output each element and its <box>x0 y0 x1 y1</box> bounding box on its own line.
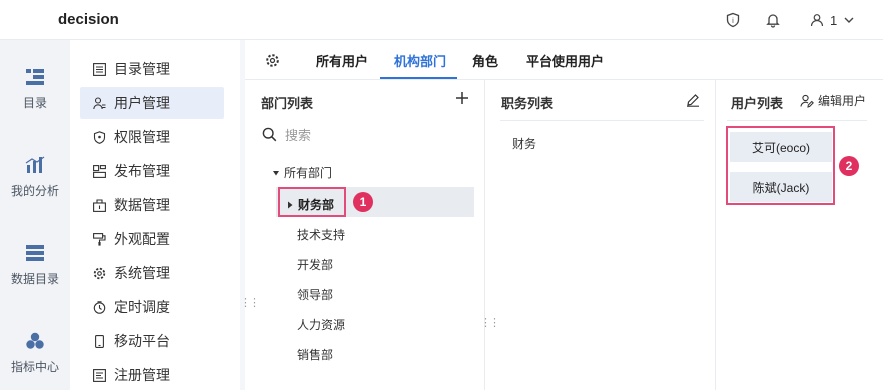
appearance-icon <box>92 232 106 246</box>
user-chip[interactable]: 艾可(eoco) <box>730 132 832 162</box>
tab-org-dept[interactable]: 机构部门 <box>394 40 446 80</box>
leftnav-label: 目录 <box>22 96 47 110</box>
resize-handle[interactable]: ⋮⋮ <box>480 318 500 329</box>
leftnav-label: 指标中心 <box>10 360 59 374</box>
subnav-label: 定时调度 <box>114 299 170 315</box>
panel-divider <box>727 120 867 121</box>
subnav-label: 用户管理 <box>114 95 170 111</box>
app-name: decision <box>58 11 119 28</box>
callout-badge: 2 <box>839 156 859 176</box>
subnav-label: 发布管理 <box>114 163 170 179</box>
edit-user-icon <box>800 94 814 108</box>
add-dept-icon[interactable] <box>455 91 469 105</box>
svg-text:i: i <box>732 17 734 25</box>
tree-node[interactable]: 开发部 <box>297 256 333 273</box>
left-nav: 目录 我的分析 数据目录 指标中心 <box>0 40 70 390</box>
system-icon <box>92 266 106 280</box>
user-icon <box>810 14 824 27</box>
leftnav-label: 我的分析 <box>10 184 59 198</box>
resize-handle[interactable]: ⋮⋮ <box>240 298 260 309</box>
tab-roles[interactable]: 角色 <box>472 40 498 80</box>
user-menu[interactable]: 1 <box>810 10 855 30</box>
subnav-label: 移动平台 <box>114 333 170 349</box>
caret-right-icon <box>288 201 293 208</box>
subnav-label: 数据管理 <box>114 197 170 213</box>
permission-icon <box>92 130 106 144</box>
panel-divider <box>715 80 716 390</box>
subnav-item-publish[interactable]: 发布管理 <box>80 155 224 187</box>
leftnav-item-directory[interactable]: 目录 <box>0 68 70 138</box>
tab-all-users[interactable]: 所有用户 <box>316 40 368 80</box>
search-icon <box>262 127 277 141</box>
subnav-label: 外观配置 <box>114 231 170 247</box>
edit-users-button[interactable]: 编辑用户 <box>800 92 866 109</box>
bell-icon[interactable] <box>763 10 783 30</box>
subnav-label: 目录管理 <box>114 61 170 77</box>
edit-users-label: 编辑用户 <box>818 94 867 108</box>
tree-node[interactable]: 销售部 <box>297 346 333 363</box>
subnav-label: 系统管理 <box>114 265 170 281</box>
tree-root[interactable]: 所有部门 <box>272 164 332 181</box>
subnav-item-schedule[interactable]: 定时调度 <box>80 291 224 323</box>
data-manage-icon <box>92 198 106 212</box>
mobile-icon <box>92 334 106 348</box>
caret-down-icon <box>273 170 279 175</box>
sub-nav: 目录管理 用户管理 权限管理 发布管理 数据管理 外观配置 系统管理 定时调度 … <box>70 40 240 390</box>
user-name: 1 <box>830 12 838 28</box>
search-input[interactable]: 搜索 <box>285 125 311 144</box>
leftnav-item-metric-center[interactable]: 指标中心 <box>0 332 70 390</box>
leftnav-label: 数据目录 <box>10 272 59 286</box>
active-tab-indicator <box>380 77 457 79</box>
subnav-item-user-manage[interactable]: 用户管理 <box>80 87 224 119</box>
tree-node[interactable]: 技术支持 <box>297 226 345 243</box>
tab-platform-users[interactable]: 平台使用用户 <box>526 40 604 80</box>
callout-badge: 1 <box>353 192 373 212</box>
tree-node-finance[interactable]: 财务部 <box>287 196 334 213</box>
directory-icon <box>26 69 44 85</box>
subnav-label: 注册管理 <box>114 367 170 383</box>
tree-node[interactable]: 人力资源 <box>297 316 345 333</box>
schedule-icon <box>92 300 106 314</box>
chevron-down-icon <box>844 17 854 23</box>
dept-search[interactable]: 搜索 <box>262 123 472 145</box>
post-item[interactable]: 财务 <box>512 135 536 152</box>
user-chip[interactable]: 陈斌(Jack) <box>730 172 832 202</box>
subnav-item-data-manage[interactable]: 数据管理 <box>80 189 224 221</box>
data-catalog-icon <box>26 245 44 261</box>
panel-divider <box>484 80 485 390</box>
subnav-item-mobile[interactable]: 移动平台 <box>80 325 224 357</box>
subnav-item-catalog-manage[interactable]: 目录管理 <box>80 53 224 85</box>
register-icon <box>92 368 106 382</box>
shield-icon[interactable]: i <box>723 10 743 30</box>
subnav-item-appearance[interactable]: 外观配置 <box>80 223 224 255</box>
settings-gear-icon[interactable] <box>265 40 280 80</box>
subnav-item-system[interactable]: 系统管理 <box>80 257 224 289</box>
panel-divider <box>500 120 704 121</box>
analysis-icon <box>25 156 45 173</box>
publish-icon <box>92 164 106 178</box>
catalog-manage-icon <box>92 62 106 76</box>
user-manage-icon <box>92 96 106 110</box>
tab-bar: 所有用户 机构部门 角色 平台使用用户 <box>245 40 883 80</box>
leftnav-item-data-catalog[interactable]: 数据目录 <box>0 244 70 314</box>
user-panel-title: 用户列表 <box>731 96 784 111</box>
post-panel-title: 职务列表 <box>501 96 554 111</box>
tree-root-label: 所有部门 <box>284 166 333 180</box>
subnav-item-permission[interactable]: 权限管理 <box>80 121 224 153</box>
subnav-item-register[interactable]: 注册管理 <box>80 359 224 390</box>
edit-pen-icon[interactable] <box>686 93 700 107</box>
metric-center-icon <box>26 332 44 349</box>
top-bar: decision i 1 <box>0 0 883 40</box>
tree-node-label: 财务部 <box>298 198 335 212</box>
leftnav-item-analysis[interactable]: 我的分析 <box>0 156 70 226</box>
dept-panel-title: 部门列表 <box>261 96 314 111</box>
subnav-label: 权限管理 <box>114 129 170 145</box>
tree-node[interactable]: 领导部 <box>297 286 333 303</box>
